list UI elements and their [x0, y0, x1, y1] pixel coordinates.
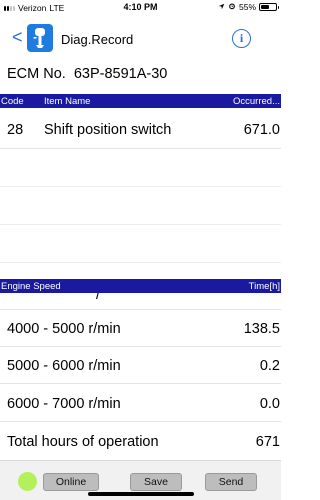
online-button[interactable]: Online: [43, 473, 99, 491]
table-row[interactable]: 4000 - 5000 r/min 138.5: [0, 310, 281, 347]
row-time-value: 0.0: [259, 396, 280, 412]
table-row-total[interactable]: Total hours of operation 671: [0, 423, 281, 460]
location-icon: [218, 2, 225, 12]
ecm-value: 63P-8591A-30: [73, 66, 168, 82]
row-time-value: 138.5: [243, 321, 280, 337]
connection-status-indicator: [18, 472, 37, 491]
row-total-label: Total hours of operation: [7, 434, 159, 450]
table-row[interactable]: 28 Shift position switch 671.0: [0, 111, 281, 149]
row-time-value: 0.2: [259, 358, 280, 374]
row-total-value: 671: [255, 434, 280, 450]
list-separator: [0, 262, 281, 263]
save-button[interactable]: Save: [130, 473, 182, 491]
row-speed-range: 4000 - 5000 r/min: [7, 321, 121, 337]
row-occurred: 671.0: [243, 122, 280, 138]
ecm-label: ECM No.: [7, 66, 66, 82]
list-separator: [0, 224, 281, 225]
home-indicator[interactable]: [88, 492, 194, 496]
send-button[interactable]: Send: [205, 473, 257, 491]
column-header-item-name: Item Name: [44, 96, 91, 107]
info-icon[interactable]: i: [232, 29, 251, 48]
outboard-motor-logo-icon: [27, 24, 53, 52]
table-row[interactable]: 5000 - 6000 r/min 0.2: [0, 347, 281, 384]
battery-percent: 55%: [238, 2, 256, 12]
row-speed-range: 5000 - 6000 r/min: [7, 358, 121, 374]
nav-bar: < Diag.Record i: [0, 21, 281, 57]
column-header-engine-speed: Engine Speed: [1, 281, 61, 292]
row-speed-range: 6000 - 7000 r/min: [7, 396, 121, 412]
status-bar: Verizon LTE 4:10 PM 55%: [0, 0, 281, 17]
table-row-partial: /: [0, 293, 281, 310]
status-icons: 55%: [218, 2, 279, 12]
row-partial-text: /: [96, 293, 101, 303]
code-table-header: Code Item Name Occurred...: [0, 94, 281, 108]
battery-icon: [259, 3, 279, 11]
speed-table-header: Engine Speed Time[h]: [0, 279, 281, 293]
back-button[interactable]: <: [12, 26, 23, 48]
page-title: Diag.Record: [61, 32, 134, 47]
row-code: 28: [7, 122, 24, 138]
list-separator: [0, 186, 281, 187]
column-header-time: Time[h]: [248, 281, 280, 292]
table-row[interactable]: 6000 - 7000 r/min 0.0: [0, 385, 281, 422]
alarm-icon: [228, 2, 236, 12]
ecm-number: ECM No. 63P-8591A-30: [7, 66, 167, 82]
column-header-occurred: Occurred...: [233, 96, 280, 107]
column-header-code: Code: [1, 96, 24, 107]
row-item-name: Shift position switch: [44, 122, 172, 138]
